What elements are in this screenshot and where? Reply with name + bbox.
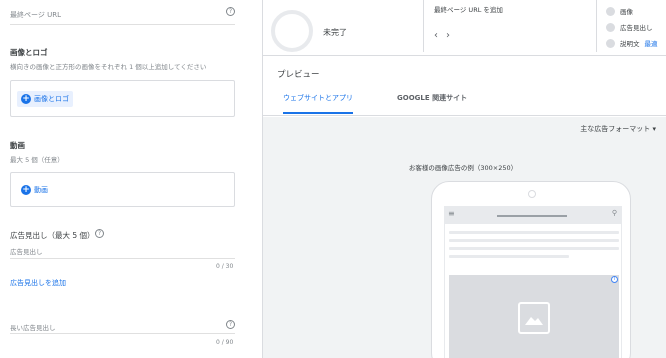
tab-google-sites[interactable]: GOOGLE 関連サイト (397, 93, 467, 112)
panel-gutter (248, 0, 262, 358)
image-placeholder-icon (518, 302, 550, 334)
ad-strength-strip: 未完了 最終ページ URL を追加 ‹› 画像 広告見出し 説明文 最適 (263, 0, 666, 56)
ad-format-dropdown-label: 主な広告フォーマット (580, 125, 651, 133)
preview-title: プレビュー (277, 70, 320, 80)
final-url-underline (10, 24, 235, 25)
ad-image-placeholder: i (449, 275, 619, 358)
asset-checklist: 画像 広告見出し 説明文 最適 (606, 3, 658, 51)
preview-header: プレビュー ウェブサイトとアプリ GOOGLE 関連サイト (263, 56, 666, 116)
hamburger-menu-icon: ≡ (448, 209, 455, 218)
checklist-item-recommendation[interactable]: 最適 (645, 38, 658, 48)
status-dot-icon (606, 22, 615, 32)
chevron-right-icon[interactable]: › (446, 30, 458, 41)
images-section-hint: 横向きの画像と正方形の画像をそれぞれ 1 個以上追加してください (10, 63, 207, 71)
tip-navigation: ‹› (434, 30, 458, 41)
add-final-url-tip: 最終ページ URL を追加 (434, 6, 503, 14)
headline-input[interactable]: 広告見出し (10, 246, 43, 256)
plus-circle-icon: + (21, 94, 31, 104)
phone-camera (528, 190, 536, 198)
videos-box: + 動画 (10, 172, 235, 207)
ad-strength-label: 未完了 (323, 28, 347, 37)
long-headline-char-counter: 0 / 90 (216, 339, 234, 346)
status-divider (423, 0, 424, 52)
checklist-item: 画像 (606, 3, 658, 19)
status-divider (596, 0, 597, 52)
mock-text-line (449, 255, 569, 258)
add-images-label: 画像とロゴ (34, 95, 69, 103)
status-dot-icon (606, 6, 615, 16)
checklist-item-label: 画像 (620, 8, 633, 16)
phone-mockup: ≡ ⚲ i (431, 181, 631, 358)
ad-format-dropdown[interactable]: 主な広告フォーマット ▾ (580, 124, 656, 134)
help-circle-icon[interactable]: ? (95, 229, 104, 238)
help-circle-icon[interactable]: ? (226, 320, 235, 329)
status-dot-icon (606, 38, 615, 48)
images-section-label: 画像とロゴ (10, 48, 48, 57)
ad-strength-ring (271, 10, 313, 52)
headline-underline (10, 258, 235, 259)
checklist-item: 広告見出し (606, 19, 658, 35)
ad-choices-icon: i (611, 276, 618, 283)
preview-canvas: 主な広告フォーマット ▾ お客様の画像広告の例（300×250） ≡ ⚲ i (263, 117, 666, 358)
help-circle-icon[interactable]: ? (226, 7, 235, 16)
checklist-item: 説明文 最適 (606, 35, 658, 51)
mock-text-line (449, 231, 619, 234)
search-icon: ⚲ (611, 209, 617, 217)
images-box: + 画像とロゴ (10, 80, 235, 117)
checklist-item-label: 広告見出し (620, 24, 653, 32)
final-url-input[interactable]: 最終ページ URL (10, 10, 61, 20)
videos-section-hint: 最大 5 個（任意） (10, 156, 64, 164)
headline-char-counter: 0 / 30 (216, 263, 234, 270)
add-headline-link[interactable]: 広告見出しを追加 (10, 278, 66, 288)
ad-editor: 最終ページ URL ? 画像とロゴ 横向きの画像と正方形の画像をそれぞれ 1 個… (0, 0, 666, 358)
long-headline-input[interactable]: 長い広告見出し (10, 322, 56, 332)
add-videos-label: 動画 (34, 186, 48, 194)
mock-url-bar (497, 215, 567, 217)
dropdown-arrow-icon: ▾ (652, 125, 656, 133)
ad-form-panel: 最終ページ URL ? 画像とロゴ 横向きの画像と正方形の画像をそれぞれ 1 個… (0, 0, 248, 358)
add-images-button[interactable]: + 画像とロゴ (17, 91, 73, 107)
headlines-section-label: 広告見出し（最大 5 個） (10, 231, 95, 240)
mock-text-line (449, 239, 619, 242)
videos-section-label: 動画 (10, 141, 25, 150)
preview-caption: お客様の画像広告の例（300×250） (408, 164, 518, 172)
checklist-item-label: 説明文 (620, 40, 640, 48)
tab-websites-apps[interactable]: ウェブサイトとアプリ (283, 93, 353, 114)
phone-screen: ≡ ⚲ i (444, 206, 622, 358)
preview-panel: 未完了 最終ページ URL を追加 ‹› 画像 広告見出し 説明文 最適 プレビ… (263, 0, 666, 358)
chevron-left-icon[interactable]: ‹ (434, 30, 446, 41)
mock-browser-bar: ≡ ⚲ (445, 207, 621, 224)
plus-circle-icon: + (21, 185, 31, 195)
add-videos-button[interactable]: + 動画 (17, 182, 52, 198)
mock-text-line (449, 247, 619, 250)
long-headline-underline (10, 333, 235, 334)
